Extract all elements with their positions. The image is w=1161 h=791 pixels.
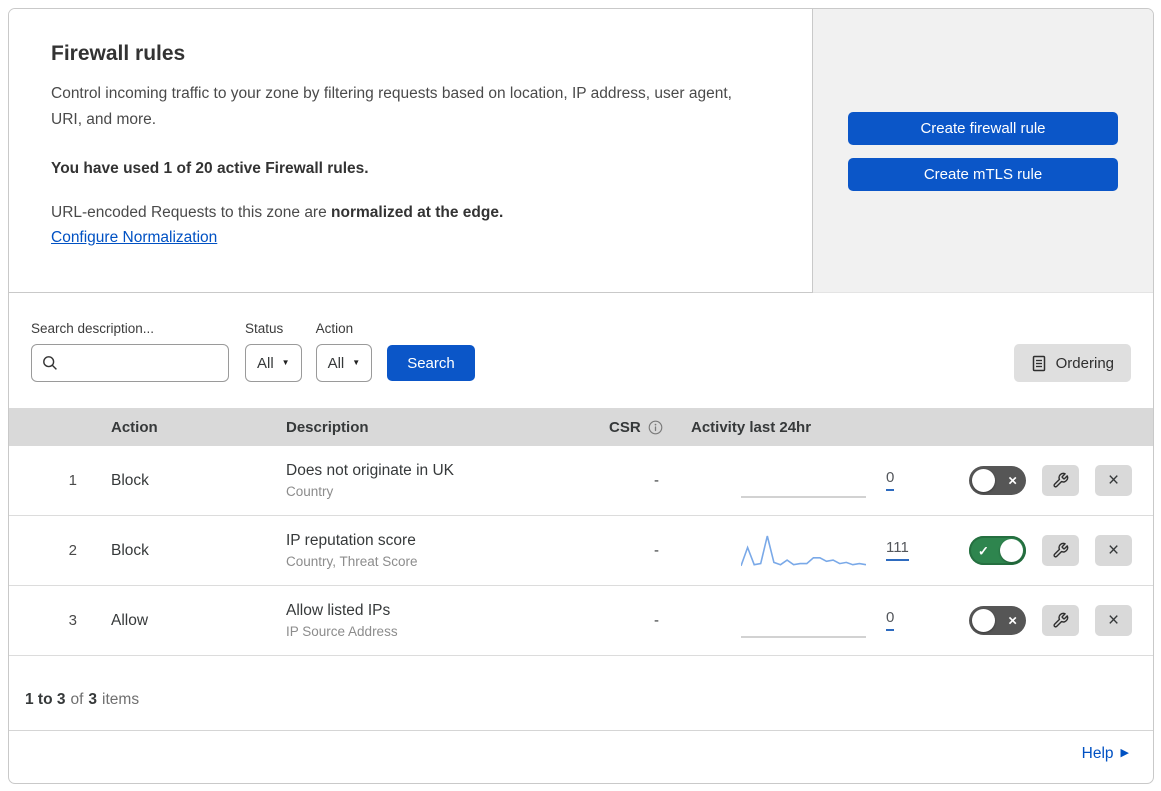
edit-rule-button[interactable] — [1042, 605, 1079, 636]
rule-priority: 3 — [68, 612, 77, 629]
search-box — [31, 344, 229, 382]
rule-description: Does not originate in UK Country — [260, 462, 583, 499]
table-row: 2 Block IP reputation score Country, Thr… — [9, 516, 1153, 586]
column-action: Action — [111, 418, 158, 436]
edit-rule-button[interactable] — [1042, 535, 1079, 566]
normalization-text: URL-encoded Requests to this zone are — [51, 203, 327, 221]
ordering-label: Ordering — [1055, 354, 1114, 372]
items-word: items — [102, 691, 140, 708]
intro-panel: Firewall rules Control incoming traffic … — [9, 9, 813, 293]
search-input[interactable] — [66, 354, 216, 372]
rule-controls: ✓ × — [889, 535, 1153, 566]
action-select[interactable]: All ▼ — [315, 344, 373, 382]
close-icon: × — [1107, 540, 1120, 561]
wrench-icon — [1052, 612, 1069, 629]
create-mtls-rule-button[interactable]: Create mTLS rule — [848, 158, 1118, 191]
wrench-icon — [1052, 472, 1069, 489]
rule-csr: - — [654, 612, 659, 629]
column-csr: CSR — [583, 419, 665, 436]
action-filter-group: Action All ▼ — [315, 321, 373, 382]
items-total: 3 — [88, 691, 98, 708]
toggle-knob — [1000, 539, 1023, 562]
items-range: 1 to 3 — [25, 691, 66, 708]
rule-fields: IP Source Address — [286, 624, 398, 639]
help-link[interactable]: Help ▶ — [1082, 745, 1129, 763]
table-row: 1 Block Does not originate in UK Country… — [9, 446, 1153, 516]
rule-activity: rgba(122,169,232,0.22)" stroke="none"/> … — [665, 516, 909, 585]
normalization-bold: normalized at the edge. — [331, 203, 504, 221]
items-of: of — [70, 691, 84, 708]
rule-controls: × × — [889, 465, 1153, 496]
close-icon: × — [1008, 612, 1017, 629]
help-label: Help — [1081, 744, 1114, 762]
column-description: Description — [286, 418, 369, 436]
cta-panel: Create firewall rule Create mTLS rule — [813, 9, 1153, 293]
rule-fields: Country — [286, 484, 334, 499]
rule-title: Allow listed IPs — [286, 602, 391, 619]
delete-rule-button[interactable]: × — [1095, 605, 1132, 636]
status-filter-group: Status All ▼ — [245, 321, 302, 382]
activity-sparkline: rgba(122,169,232,0.22)" stroke="none"/> — [741, 531, 866, 571]
header-section: Firewall rules Control incoming traffic … — [9, 9, 1153, 293]
close-icon: × — [1008, 472, 1017, 489]
enable-toggle[interactable]: ✓ — [969, 536, 1026, 565]
table-row: 3 Allow Allow listed IPs IP Source Addre… — [9, 586, 1153, 656]
configure-normalization-link[interactable]: Configure Normalization — [51, 229, 217, 247]
rule-action: Block — [111, 471, 149, 489]
toggle-knob — [972, 609, 995, 632]
rule-description: Allow listed IPs IP Source Address — [260, 602, 583, 639]
action-value: All — [327, 354, 345, 372]
list-document-icon — [1031, 355, 1047, 372]
check-icon: ✓ — [978, 543, 989, 558]
toggle-knob — [972, 469, 995, 492]
firewall-rules-card: Firewall rules Control incoming traffic … — [8, 8, 1154, 784]
rule-action: Block — [111, 541, 149, 559]
wrench-icon — [1052, 542, 1069, 559]
chevron-down-icon: ▼ — [352, 358, 361, 367]
rule-controls: × × — [889, 605, 1153, 636]
status-value: All — [257, 354, 274, 372]
page-title: Firewall rules — [51, 42, 186, 65]
rule-csr: - — [654, 472, 659, 489]
rule-description: IP reputation score Country, Threat Scor… — [260, 532, 583, 569]
rule-priority: 1 — [68, 472, 77, 489]
delete-rule-button[interactable]: × — [1095, 535, 1132, 566]
delete-rule-button[interactable]: × — [1095, 465, 1132, 496]
status-select[interactable]: All ▼ — [245, 344, 302, 382]
rule-activity: 0 — [665, 586, 895, 655]
status-label: Status — [245, 321, 284, 336]
rule-priority: 2 — [68, 542, 77, 559]
rule-csr: - — [654, 542, 659, 559]
close-icon: × — [1107, 470, 1120, 491]
search-label: Search description... — [31, 321, 155, 336]
search-group: Search description... — [31, 321, 229, 382]
search-button[interactable]: Search — [387, 345, 475, 381]
table-header: Action Description CSR Activity last 24h… — [9, 408, 1153, 446]
rule-title: IP reputation score — [286, 532, 416, 549]
ordering-button[interactable]: Ordering — [1013, 344, 1131, 382]
filter-bar: Search description... Status All ▼ Actio… — [9, 293, 1153, 408]
rule-title: Does not originate in UK — [286, 462, 455, 479]
info-icon[interactable] — [648, 420, 663, 435]
action-label: Action — [315, 321, 354, 336]
enable-toggle[interactable]: × — [969, 466, 1026, 495]
search-icon — [42, 355, 58, 371]
rule-fields: Country, Threat Score — [286, 554, 418, 569]
chevron-down-icon: ▼ — [281, 358, 290, 367]
close-icon: × — [1107, 610, 1120, 631]
rule-activity: 0 — [665, 446, 895, 515]
activity-sparkline — [741, 601, 866, 641]
usage-summary: You have used 1 of 20 active Firewall ru… — [51, 159, 369, 177]
create-firewall-rule-button[interactable]: Create firewall rule — [848, 112, 1118, 145]
activity-sparkline — [741, 461, 866, 501]
enable-toggle[interactable]: × — [969, 606, 1026, 635]
normalization-note: URL-encoded Requests to this zone are no… — [51, 204, 770, 222]
edit-rule-button[interactable] — [1042, 465, 1079, 496]
column-activity: Activity last 24hr — [691, 418, 812, 436]
arrow-right-icon: ▶ — [1120, 747, 1129, 759]
items-count: 1 to 3 of 3 items — [9, 656, 1153, 731]
page-description: Control incoming traffic to your zone by… — [51, 85, 732, 129]
help-bar: Help ▶ — [9, 731, 1153, 776]
rule-action: Allow — [111, 611, 149, 629]
